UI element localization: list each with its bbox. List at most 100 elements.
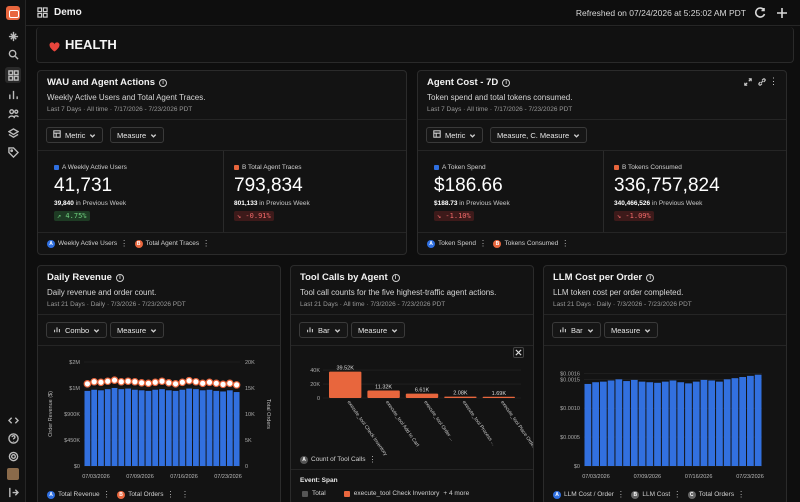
panel-description: Weekly Active Users and Total Agent Trac… [47, 93, 206, 102]
dashboard-icon[interactable] [5, 67, 21, 83]
add-icon[interactable] [776, 7, 788, 19]
tag-icon[interactable] [7, 146, 19, 158]
bar [669, 380, 677, 466]
measure-button[interactable]: Measure, C. Measure [490, 127, 588, 143]
expand-icon[interactable] [744, 78, 752, 86]
measure-button[interactable]: Measure [604, 322, 659, 338]
event-label: Event: Span [300, 477, 338, 484]
legend: A Total Revenue ⋮ B Total Orders ⋮ ⋮ [47, 490, 189, 499]
bar [754, 374, 762, 466]
combo-chart-icon [53, 325, 61, 335]
measure-button[interactable]: Measure [110, 322, 165, 338]
panel-title[interactable]: Tool Calls by Agent [300, 272, 388, 283]
data-label: 6.61K [415, 388, 430, 394]
orders-point [110, 376, 119, 385]
close-icon[interactable] [513, 347, 524, 358]
orders-point [83, 380, 92, 388]
delta-badge: ↘ -0.91% [234, 211, 274, 221]
bar [685, 383, 692, 466]
bar [220, 391, 226, 466]
settings-icon[interactable] [7, 450, 19, 462]
panel-title[interactable]: Agent Cost - 7D [427, 77, 498, 88]
refresh-icon[interactable] [754, 7, 766, 19]
tool-calls-chart: 0 20K 40K 39.52K execute_tool Check Inventor… [310, 366, 533, 458]
chart-type-button[interactable]: Bar [552, 322, 601, 338]
y-tick-label: $0.0016 [560, 372, 580, 378]
y-tick-label: $450K [64, 438, 80, 444]
avatar[interactable] [7, 468, 19, 480]
panel-meta: Last 21 Days · Daily · 7/3/2026 - 7/23/2… [47, 301, 186, 308]
legend-item[interactable]: A Total Revenue ⋮ [47, 490, 111, 499]
sparkle-icon[interactable] [7, 30, 19, 42]
legend-item[interactable]: A Token Spend ⋮ [427, 239, 487, 248]
panel-title[interactable]: WAU and Agent Actions [47, 77, 155, 88]
app-logo-icon[interactable] [6, 6, 20, 20]
x-tick-label: 07/23/2026 [736, 474, 764, 480]
legend-item[interactable]: B LLM Cost ⋮ [631, 490, 681, 499]
bar [111, 388, 118, 466]
link-icon[interactable] [758, 78, 766, 86]
bar [747, 375, 754, 466]
data-label: 1.69K [492, 391, 507, 397]
chevron-down-icon [644, 327, 651, 334]
delta-badge: ↘ -1.09% [614, 211, 654, 221]
bar-chart-icon[interactable] [7, 88, 19, 100]
metric-button[interactable]: Metric [426, 127, 484, 143]
panel-title[interactable]: LLM Cost per Order [553, 272, 642, 283]
legend-item[interactable]: B Tokens Consumed ⋮ [493, 239, 569, 248]
info-icon[interactable]: i [391, 273, 400, 282]
bar [226, 390, 233, 466]
x-tick-label: 07/03/2026 [82, 474, 110, 480]
legend-item[interactable]: A Weekly Active Users ⋮ [47, 239, 129, 248]
orders-point [226, 379, 234, 388]
info-icon[interactable]: i [115, 273, 124, 282]
orders-point [117, 377, 126, 386]
chart-type-button[interactable]: Combo [46, 322, 108, 338]
info-icon[interactable]: i [502, 78, 511, 87]
bar [700, 379, 708, 466]
bar [731, 378, 739, 466]
orders-point [103, 377, 112, 386]
orders-point [90, 377, 98, 386]
legend-item[interactable]: A Count of Tool Calls ⋮ [300, 455, 377, 464]
llm-cost-panel: LLM Cost per Order i LLM token cost per o… [543, 265, 787, 502]
users-icon[interactable] [7, 107, 19, 119]
legend-item[interactable]: A LLM Cost / Order ⋮ [553, 490, 625, 499]
orders-point [198, 379, 207, 388]
dashboard-title[interactable]: Demo [54, 7, 82, 18]
event-checkbox[interactable] [343, 490, 350, 497]
y-tick-label: 20K [310, 382, 320, 388]
help-icon[interactable] [7, 432, 19, 444]
bar [592, 382, 599, 466]
measure-button[interactable]: Measure [351, 322, 406, 338]
chart-type-button[interactable]: Bar [299, 322, 348, 338]
code-icon[interactable] [7, 414, 19, 426]
panel-title[interactable]: Daily Revenue [47, 272, 112, 283]
left-rail [0, 0, 26, 502]
metric-value: 41,731 [54, 175, 113, 196]
y-tick-label: 40K [310, 368, 320, 374]
total-checkbox[interactable] [302, 490, 308, 497]
wau-panel: WAU and Agent Actions i Weekly Active Use… [37, 70, 407, 255]
bar [125, 388, 131, 466]
metric-button[interactable]: Metric [46, 127, 104, 143]
panel-description: Daily revenue and order count. [47, 288, 157, 297]
measure-button[interactable]: Measure [110, 127, 165, 143]
x-tick-label: 07/03/2026 [582, 474, 610, 480]
legend-item[interactable]: C Total Orders ⋮ [687, 490, 746, 499]
expand-sidebar-icon[interactable] [7, 486, 19, 498]
revenue-chart: $0 $450K $900K $1M $2M 0 5K 10K 15K 20K Order Reve… [48, 360, 271, 480]
legend-item[interactable]: B Total Agent Traces ⋮ [134, 239, 211, 248]
metric-b: B Tokens Consumed 336,757,824 340,466,52… [614, 164, 720, 221]
bar-chart-icon [306, 325, 314, 335]
legend-item[interactable]: B Total Orders ⋮ [117, 490, 175, 499]
search-icon[interactable] [7, 48, 19, 60]
orders-point [178, 378, 187, 387]
info-icon[interactable]: i [646, 273, 655, 282]
more-icon[interactable]: ⋮ [769, 76, 778, 87]
layers-icon[interactable] [7, 127, 19, 139]
info-icon[interactable]: i [159, 78, 168, 87]
chevron-down-icon [573, 132, 580, 139]
more-events-link[interactable]: + 4 more [443, 490, 469, 497]
x-tick-label: 07/16/2026 [685, 474, 713, 480]
